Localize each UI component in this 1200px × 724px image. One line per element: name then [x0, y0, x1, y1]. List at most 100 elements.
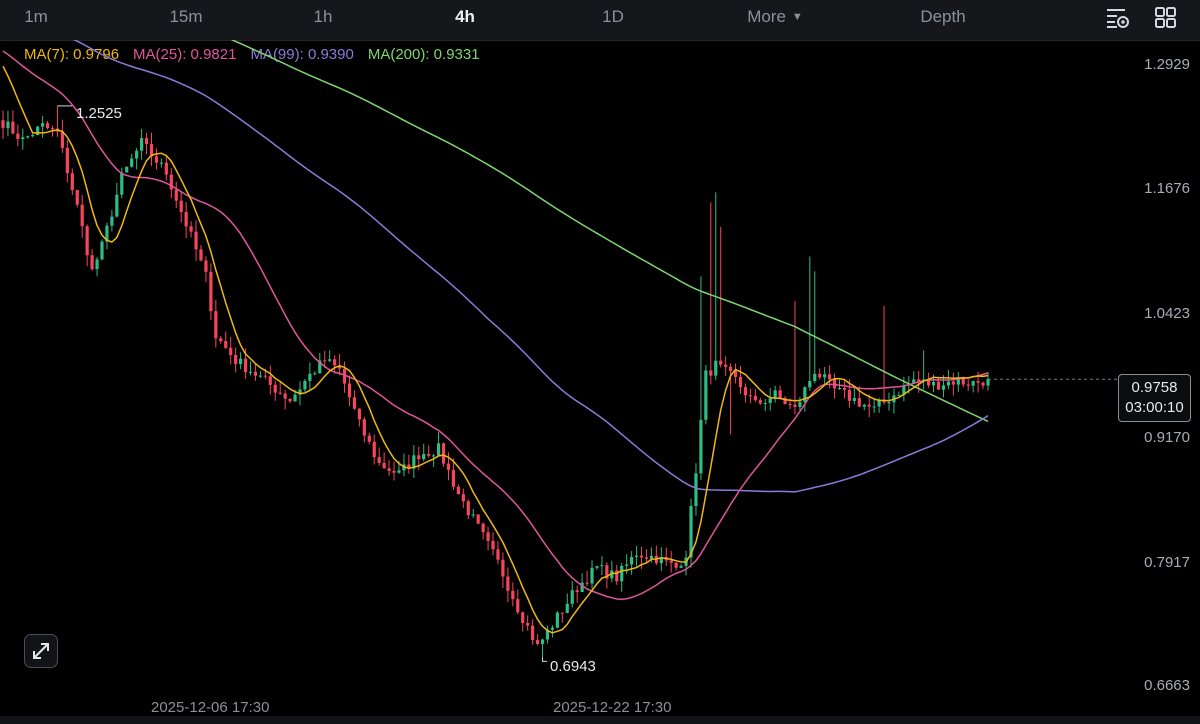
- candle: [189, 221, 193, 238]
- candle-body: [560, 612, 564, 614]
- candle-body: [36, 126, 40, 136]
- candle: [115, 182, 119, 218]
- candle: [288, 398, 292, 403]
- candle-body: [100, 241, 104, 260]
- grid-layout-icon[interactable]: [1154, 6, 1180, 30]
- candle: [481, 522, 485, 540]
- candle: [620, 562, 624, 592]
- candle: [580, 573, 584, 593]
- candle: [432, 453, 436, 468]
- candle-body: [753, 395, 757, 401]
- candle-body: [862, 404, 866, 407]
- expand-chart-button[interactable]: [24, 634, 58, 668]
- candle-body: [476, 514, 480, 524]
- candle: [585, 570, 589, 586]
- last-price-value: 0.9758: [1131, 379, 1178, 396]
- candle: [531, 619, 535, 645]
- x-tick-label: 2025-12-22 17:30: [553, 699, 672, 716]
- candle: [55, 105, 60, 137]
- candle: [402, 453, 406, 477]
- candle: [535, 634, 540, 646]
- candle: [36, 125, 40, 136]
- candle-body: [139, 138, 144, 151]
- candle: [407, 454, 411, 474]
- chart-settings-icon[interactable]: [1105, 6, 1131, 30]
- y-tick-label: 1.1676: [1144, 180, 1190, 197]
- candle: [823, 367, 827, 385]
- candle: [971, 380, 975, 393]
- candle: [70, 168, 74, 196]
- candle: [90, 249, 94, 271]
- tab-depth[interactable]: Depth: [906, 0, 980, 40]
- tab-1m[interactable]: 1m: [10, 0, 62, 40]
- candle: [436, 431, 441, 457]
- candle: [60, 119, 64, 153]
- candle-body: [823, 374, 827, 378]
- candle: [209, 263, 213, 320]
- candle-body: [818, 373, 822, 378]
- candle: [169, 167, 173, 199]
- candlestick-chart[interactable]: [0, 40, 1200, 716]
- candle-body: [540, 639, 545, 644]
- candle-body: [273, 384, 277, 393]
- candle: [540, 638, 545, 658]
- candle-body: [60, 131, 64, 148]
- candle-body: [432, 455, 436, 457]
- candle: [174, 181, 178, 209]
- candle-body: [263, 375, 267, 377]
- candle: [476, 513, 480, 525]
- candle-body: [11, 121, 15, 134]
- candle-body: [179, 200, 183, 212]
- candle: [85, 224, 89, 267]
- candle: [40, 115, 45, 138]
- candle-body: [308, 373, 312, 381]
- candle-body: [204, 260, 208, 272]
- candle: [630, 551, 634, 575]
- candle-body: [649, 555, 654, 559]
- candle: [234, 347, 238, 373]
- candle-body: [382, 462, 386, 469]
- candle: [506, 567, 510, 603]
- candle: [664, 547, 668, 566]
- candle: [862, 403, 866, 411]
- candle-body: [847, 389, 852, 401]
- tab-1d[interactable]: 1D: [590, 0, 636, 40]
- tab-1h[interactable]: 1h: [300, 0, 346, 40]
- candle-body: [120, 172, 124, 195]
- candle-body: [516, 599, 520, 613]
- candle-body: [555, 612, 559, 628]
- candle: [372, 434, 376, 465]
- candle-body: [837, 387, 842, 389]
- candle: [590, 560, 594, 589]
- candle-body: [872, 406, 876, 408]
- candle: [704, 364, 708, 425]
- candle: [521, 611, 525, 632]
- candle-body: [877, 400, 881, 407]
- candle-body: [976, 381, 980, 383]
- candle: [832, 373, 837, 399]
- candle: [283, 389, 287, 410]
- candle: [679, 563, 683, 569]
- more-dropdown[interactable]: More ▼: [730, 0, 820, 40]
- candle-body: [367, 435, 371, 442]
- high-price-annotation: 1.2525: [76, 105, 122, 122]
- candle: [1, 110, 5, 139]
- candle-body: [763, 402, 767, 404]
- candle: [248, 361, 253, 376]
- candle-body: [392, 470, 396, 473]
- candle-body: [575, 590, 579, 593]
- tab-4h[interactable]: 4h: [442, 0, 488, 40]
- candle: [194, 220, 198, 261]
- candle-body: [511, 590, 515, 600]
- candle-body: [85, 226, 89, 256]
- candle-body: [352, 397, 357, 409]
- candle-body: [238, 358, 243, 364]
- candle-body: [268, 376, 272, 385]
- candle: [149, 132, 154, 166]
- last-price-tag: 0.9758 03:00:10: [1118, 374, 1191, 422]
- ma99-line: [72, 40, 989, 493]
- candle-body: [26, 136, 30, 138]
- candle: [738, 365, 743, 394]
- tab-15m[interactable]: 15m: [158, 0, 214, 40]
- candle: [486, 526, 490, 551]
